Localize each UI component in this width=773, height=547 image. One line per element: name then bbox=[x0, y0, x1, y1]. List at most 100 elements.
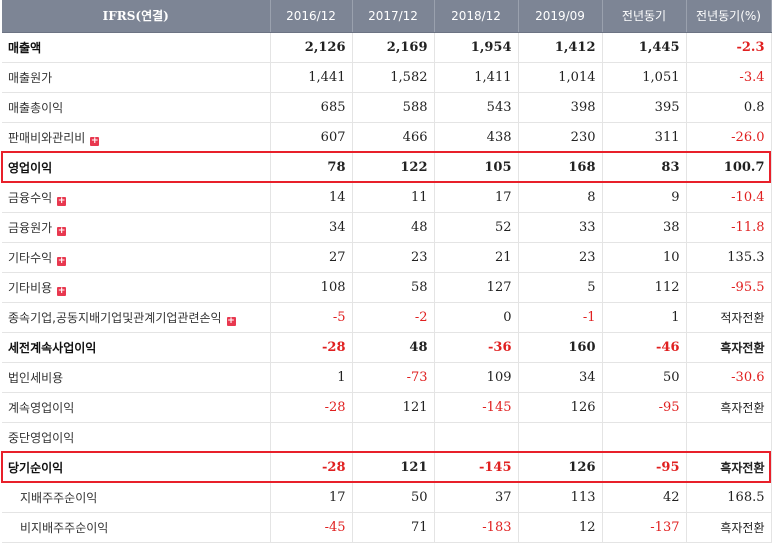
cell-value: -26.0 bbox=[686, 122, 772, 153]
cell-value: 83 bbox=[602, 152, 687, 183]
table-row: 금융원가 +34 48 52 33 38 -11.8 bbox=[2, 212, 772, 243]
cell-value: -3.4 bbox=[686, 62, 772, 93]
cell-value: -28 bbox=[270, 452, 353, 483]
table-row: 기타비용 +108 58 127 5 112 -95.5 bbox=[2, 272, 772, 303]
expand-plus-icon[interactable]: + bbox=[57, 196, 67, 206]
cell-value: 9 bbox=[602, 182, 687, 213]
row-label-text: 세전계속사업이익 bbox=[8, 340, 97, 355]
row-label-text: 매출총이익 bbox=[8, 100, 64, 115]
row-label: 매출액 bbox=[2, 32, 271, 63]
cell-value: 48 bbox=[352, 212, 435, 243]
table-row: 기타수익 +27 23 21 23 10 135.3 bbox=[2, 242, 772, 273]
row-label-text: 당기순이익 bbox=[8, 460, 64, 475]
cell-value: 135.3 bbox=[686, 242, 772, 273]
cell-value: 2,126 bbox=[270, 32, 353, 63]
row-label-text: 금융수익 bbox=[8, 190, 53, 205]
row-label: 비지배주주순이익 bbox=[2, 512, 271, 543]
row-label: 세전계속사업이익 bbox=[2, 332, 271, 363]
cell-value: 71 bbox=[352, 512, 435, 543]
row-label-text: 기타비용 bbox=[8, 280, 53, 295]
cell-value: -183 bbox=[434, 512, 519, 543]
cell-value: 48 bbox=[352, 332, 435, 363]
cell-value: 2,169 bbox=[352, 32, 435, 63]
expand-plus-icon[interactable]: + bbox=[226, 316, 236, 326]
cell-value: 543 bbox=[434, 92, 519, 123]
cell-value: 168 bbox=[518, 152, 603, 183]
cell-value: 126 bbox=[518, 452, 603, 483]
cell-value: -95 bbox=[602, 452, 687, 483]
row-label-text: 계속영업이익 bbox=[8, 400, 75, 415]
header-ifrs: IFRS(연결) bbox=[2, 0, 271, 33]
cell-value: -5 bbox=[270, 302, 353, 333]
cell-value: 311 bbox=[602, 122, 687, 153]
row-label: 매출총이익 bbox=[2, 92, 271, 123]
cell-value: 21 bbox=[434, 242, 519, 273]
cell-value: 105 bbox=[434, 152, 519, 183]
header-column: 전년동기 bbox=[602, 0, 687, 33]
cell-value: -95.5 bbox=[686, 272, 772, 303]
cell-value: -28 bbox=[270, 392, 353, 423]
cell-value: 127 bbox=[434, 272, 519, 303]
cell-value: 34 bbox=[518, 362, 603, 393]
cell-value: -95 bbox=[602, 392, 687, 423]
cell-value bbox=[518, 422, 603, 453]
table-row: 매출원가 1,441 1,582 1,411 1,014 1,051 -3.4 bbox=[2, 62, 772, 93]
cell-value: 108 bbox=[270, 272, 353, 303]
cell-value: 58 bbox=[352, 272, 435, 303]
row-label: 기타비용 + bbox=[2, 272, 271, 303]
row-label: 매출원가 bbox=[2, 62, 271, 93]
cell-value: 121 bbox=[352, 392, 435, 423]
cell-value: 113 bbox=[518, 482, 603, 513]
cell-value: 126 bbox=[518, 392, 603, 423]
cell-value: 52 bbox=[434, 212, 519, 243]
expand-plus-icon[interactable]: + bbox=[90, 136, 100, 146]
expand-plus-icon[interactable]: + bbox=[57, 226, 67, 236]
cell-value bbox=[434, 422, 519, 453]
expand-plus-icon[interactable]: + bbox=[57, 256, 67, 266]
cell-value bbox=[602, 422, 687, 453]
cell-value: 11 bbox=[352, 182, 435, 213]
row-label-text: 법인세비용 bbox=[8, 370, 64, 385]
row-label: 법인세비용 bbox=[2, 362, 271, 393]
cell-value: 23 bbox=[352, 242, 435, 273]
cell-value: 466 bbox=[352, 122, 435, 153]
cell-value: 398 bbox=[518, 92, 603, 123]
cell-value: 1,582 bbox=[352, 62, 435, 93]
row-label-text: 지배주주순이익 bbox=[20, 490, 98, 505]
expand-plus-icon[interactable]: + bbox=[57, 286, 67, 296]
table-row: 영업이익 78 122 105 168 83 100.7 bbox=[2, 152, 772, 183]
cell-value: 685 bbox=[270, 92, 353, 123]
cell-value: 122 bbox=[352, 152, 435, 183]
cell-value: 14 bbox=[270, 182, 353, 213]
cell-value bbox=[270, 422, 353, 453]
cell-value: 10 bbox=[602, 242, 687, 273]
cell-value: 27 bbox=[270, 242, 353, 273]
cell-value: 438 bbox=[434, 122, 519, 153]
cell-value: 0 bbox=[434, 302, 519, 333]
cell-value: -30.6 bbox=[686, 362, 772, 393]
cell-value: 588 bbox=[352, 92, 435, 123]
cell-value: 37 bbox=[434, 482, 519, 513]
cell-value: 50 bbox=[602, 362, 687, 393]
cell-value: 23 bbox=[518, 242, 603, 273]
row-label-text: 종속기업,공동지배기업및관계기업관련손익 bbox=[8, 310, 222, 325]
cell-value bbox=[352, 422, 435, 453]
cell-value: -137 bbox=[602, 512, 687, 543]
cell-value: 78 bbox=[270, 152, 353, 183]
cell-value: 0.8 bbox=[686, 92, 772, 123]
cell-value: 1,954 bbox=[434, 32, 519, 63]
cell-value: 17 bbox=[434, 182, 519, 213]
table-row: 금융수익 +14 11 17 8 9 -10.4 bbox=[2, 182, 772, 213]
cell-value: -45 bbox=[270, 512, 353, 543]
cell-value: 607 bbox=[270, 122, 353, 153]
row-label-text: 중단영업이익 bbox=[8, 430, 75, 445]
cell-value: 1 bbox=[602, 302, 687, 333]
cell-value: 395 bbox=[602, 92, 687, 123]
row-label: 지배주주순이익 bbox=[2, 482, 271, 513]
cell-value: 12 bbox=[518, 512, 603, 543]
table-row: 비지배주주순이익 -45 71 -183 12 -137 흑자전환 bbox=[2, 512, 772, 543]
row-label-text: 금융원가 bbox=[8, 220, 53, 235]
cell-value: 1,051 bbox=[602, 62, 687, 93]
financial-table: IFRS(연결) 2016/12 2017/12 2018/12 2019/09 전년동기… bbox=[2, 0, 772, 543]
row-label: 당기순이익 bbox=[2, 452, 271, 483]
